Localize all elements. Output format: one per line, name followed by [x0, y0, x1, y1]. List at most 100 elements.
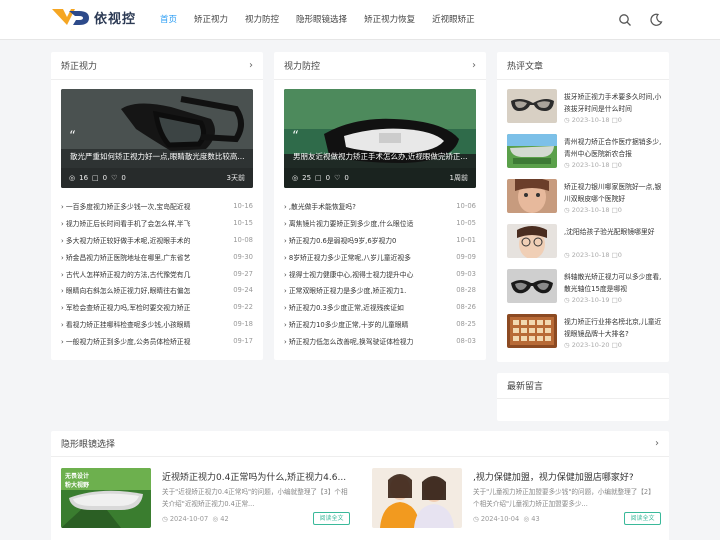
nav-item-home[interactable]: 首页 [160, 0, 177, 40]
hot-article-item[interactable]: 拔牙矫正视力手术要多久时间,小孩拔牙时间是什么时间 ◷ 2023-10-18 □… [507, 89, 661, 125]
hot-article-meta: ◷ 2023-10-18 □0 [564, 161, 622, 169]
list-item[interactable]: › 一般视力矫正到多少度,公务员体检矫正视 09-17 [61, 332, 253, 349]
article-title[interactable]: ,视力保健加盟，视力保健加盟店哪家好? [473, 470, 634, 483]
hot-article-meta: ◷ 2023-10-20 □0 [564, 341, 622, 349]
main-nav: 首页 矫正视力 视力防控 隐形眼镜选择 矫正视力恢复 近视眼矫正 [160, 0, 492, 40]
chevron-right-icon[interactable]: › [249, 60, 253, 71]
logo-mark-icon [52, 9, 89, 25]
clock-icon: ◷ [162, 515, 170, 523]
hot-article-item[interactable]: 斜轴散光矫正视力可以多少度看,散光轴位15度是哪视 ◷ 2023-10-19 □… [507, 269, 661, 305]
list-item[interactable]: › 矫正视力0.6是弱视吗9岁,6岁视力0 10-01 [284, 232, 476, 249]
hot-article-item[interactable]: 青州视力矫正合作医疗据销多少,青州中心医院新农合报 ◷ 2023-10-18 □… [507, 134, 661, 170]
read-more-button[interactable]: 阅读全文 [624, 512, 661, 525]
comment-count: 0 [102, 174, 108, 182]
clock-icon: ◷ [564, 341, 572, 349]
list-item[interactable]: › 正常双眼矫正视力是多少度,矫正视力1. 08-28 [284, 282, 476, 299]
list-item[interactable]: › 军检会查矫正视力吗,军检时要交视力矫正 09-22 [61, 299, 253, 316]
featured-article[interactable]: “ 男朋友近视做视力矫正手术怎么办,近视眼做完矫正... ◎ 25 □ 0 ♡ … [284, 89, 476, 188]
nav-item-recovery[interactable]: 矫正视力恢复 [364, 0, 415, 40]
hot-article-title: 拔牙矫正视力手术要多久时间,小孩拔牙时间是什么时间 [564, 93, 662, 113]
article-list: › 一百多度视力矫正多少钱一次,宝岛配近视 10-16 › 视力矫正后长时间看手机… [61, 198, 253, 349]
list-item[interactable]: › 眼睛向右斜怎么矫正视力好,眼睛往右偏怎 09-24 [61, 282, 253, 299]
article-item[interactable]: 无畏设计 粉大视野 近视矫正视力0.4正常吗为什么,矫正视力4.6... 关于"… [61, 468, 351, 528]
article-meta: ◷ 2024-10-07 ◎ 42 [162, 515, 229, 523]
article-meta: ◷ 2024-10-04 ◎ 43 [473, 515, 540, 523]
article-thumbnail [507, 179, 557, 213]
featured-title[interactable]: 散光严重如何矫正视力好一点,眼睛散光度数比较高... [70, 151, 246, 162]
comment-count: 0 [325, 174, 331, 182]
card-title[interactable]: 视力防控 [284, 59, 320, 72]
list-item[interactable]: › 看视力矫正挂哪科检查呢多少钱,小孩眼睛 09-18 [61, 316, 253, 333]
nav-item-prevent[interactable]: 视力防控 [245, 0, 279, 40]
post-time: 3天前 [226, 174, 245, 182]
chevron-right-icon[interactable]: › [472, 60, 476, 71]
nav-item-contact-lens[interactable]: 隐形眼镜选择 [296, 0, 347, 40]
nav-item-myopia[interactable]: 近视眼矫正 [432, 0, 475, 40]
hot-article-meta: ◷ 2023-10-18 □0 [564, 206, 622, 214]
thumbnail-caption: 粉大视野 [65, 482, 90, 489]
list-item[interactable]: › 视得士视力健康中心,视得士视力提升中心 09-03 [284, 265, 476, 282]
like-icon: ♡ [111, 174, 118, 182]
read-more-button[interactable]: 阅读全文 [313, 512, 350, 525]
hot-article-item[interactable]: ,沈阳给孩子验光配眼镜哪里好 ◷ 2023-10-18 □0 [507, 224, 659, 260]
card-title[interactable]: 隐形眼镜选择 [61, 437, 115, 450]
hot-article-item[interactable]: 矫正视力银川哪家医院好一点,银川双眼皮哪个医院好 ◷ 2023-10-18 □0 [507, 179, 661, 215]
clock-icon: ◷ [473, 515, 481, 523]
view-count: 16 [79, 174, 89, 182]
hot-article-title: 斜轴散光矫正视力可以多少度看,散光轴位15度是哪视 [564, 273, 662, 293]
like-count: 0 [121, 174, 126, 182]
featured-meta: ◎ 25 □ 0 ♡ 0 1周前 [284, 168, 476, 188]
site-logo[interactable]: 依视控 [51, 6, 136, 28]
featured-article[interactable]: “ 散光严重如何矫正视力好一点,眼睛散光度数比较高... ◎ 16 □ 0 ♡ … [61, 89, 253, 188]
article-thumbnail [507, 314, 557, 348]
clock-icon: ◷ [564, 296, 572, 304]
vision-prevention-card: 视力防控 › “ 男朋友近视做视力矫正手术怎么办,近视眼做完矫正... ◎ 25… [274, 52, 486, 360]
chevron-right-icon[interactable]: › [655, 438, 659, 449]
list-item[interactable]: › ,散光做手术能恢复吗? 10-06 [284, 198, 476, 215]
article-title[interactable]: 近视矫正视力0.4正常吗为什么,矫正视力4.6... [162, 470, 346, 483]
list-item[interactable]: › 矫正视力10多少度正常,十岁的儿童眼睛 08-25 [284, 316, 476, 333]
quote-icon: “ [292, 129, 299, 144]
comment-icon: □ [92, 174, 99, 182]
article-thumbnail [507, 224, 557, 258]
list-item[interactable]: › 一百多度视力矫正多少钱一次,宝岛配近视 10-16 [61, 198, 253, 215]
list-item[interactable]: › 古代人怎样矫正视力的方法,古代豫党有几 09-27 [61, 265, 253, 282]
list-item[interactable]: › 8岁矫正视力多少正常呢,八岁儿童近视多 09-09 [284, 248, 476, 265]
search-icon[interactable] [618, 13, 632, 27]
list-item[interactable]: › 矫金昌视力矫正医院地址在哪里,广东省艺 09-30 [61, 248, 253, 265]
card-header: 隐形眼镜选择 › [51, 431, 669, 457]
nav-item-correct[interactable]: 矫正视力 [194, 0, 228, 40]
quote-icon: “ [69, 129, 76, 144]
hot-article-title: ,沈阳给孩子验光配眼镜哪里好 [564, 228, 655, 236]
article-thumbnail [507, 269, 557, 303]
list-item[interactable]: › 离焦镜片视力要矫正到多少度,什么眼位适 10-05 [284, 215, 476, 232]
article-thumbnail: 无畏设计 粉大视野 [61, 468, 151, 528]
eye-icon: ◎ [292, 174, 299, 182]
article-item[interactable]: ,视力保健加盟，视力保健加盟店哪家好? 关于"儿童视力矫正加盟要多少钱"的问题，… [372, 468, 662, 528]
post-time: 1周前 [449, 174, 468, 182]
card-title[interactable]: 矫正视力 [61, 59, 97, 72]
site-name: 依视控 [94, 11, 137, 27]
list-item[interactable]: › 视力矫正后长时间看手机了会怎么样,半飞 10-15 [61, 215, 253, 232]
hot-article-title: 矫正视力银川哪家医院好一点,银川双眼皮哪个医院好 [564, 183, 662, 203]
hot-article-item[interactable]: 视力矫正行业排名榜北京,儿童近视眼镜品牌十大排名? ◷ 2023-10-20 □… [507, 314, 661, 350]
top-bar: 依视控 首页 矫正视力 视力防控 隐形眼镜选择 矫正视力恢复 近视眼矫正 [0, 0, 720, 40]
clock-icon: ◷ [564, 206, 572, 214]
clock-icon: ◷ [564, 251, 572, 259]
list-item[interactable]: › 多大视力矫正较好做手术呢,近视眼手术的 10-08 [61, 232, 253, 249]
hot-article-title: 青州视力矫正合作医疗据销多少,青州中心医院新农合报 [564, 138, 662, 158]
moon-icon[interactable] [649, 13, 663, 27]
recent-comments-card: 最新留言 [497, 373, 669, 421]
article-excerpt: 关于"近视矫正视力0.4正常吗"的问题，小编就整理了【3】个相关介绍"近视矫正视… [162, 488, 348, 508]
list-item[interactable]: › 矫正视力低怎么改善呢,换驾驶证体检视力 08-03 [284, 332, 476, 349]
clock-icon: ◷ [564, 116, 572, 124]
hot-article-meta: ◷ 2023-10-18 □0 [564, 251, 622, 259]
view-count: 25 [302, 174, 312, 182]
featured-title[interactable]: 男朋友近视做视力矫正手术怎么办,近视眼做完矫正... [293, 151, 469, 162]
eye-icon: ◎ [69, 174, 76, 182]
list-item[interactable]: › 矫正视力0.3多少度正常,近视残疾证如 08-26 [284, 299, 476, 316]
correct-vision-card: 矫正视力 › “ 散光严重如何矫正视力好一点,眼睛散光度数比较高... ◎ 16… [51, 52, 263, 360]
like-icon: ♡ [334, 174, 341, 182]
card-title: 最新留言 [507, 382, 544, 392]
card-header: 视力防控 › [274, 52, 486, 80]
